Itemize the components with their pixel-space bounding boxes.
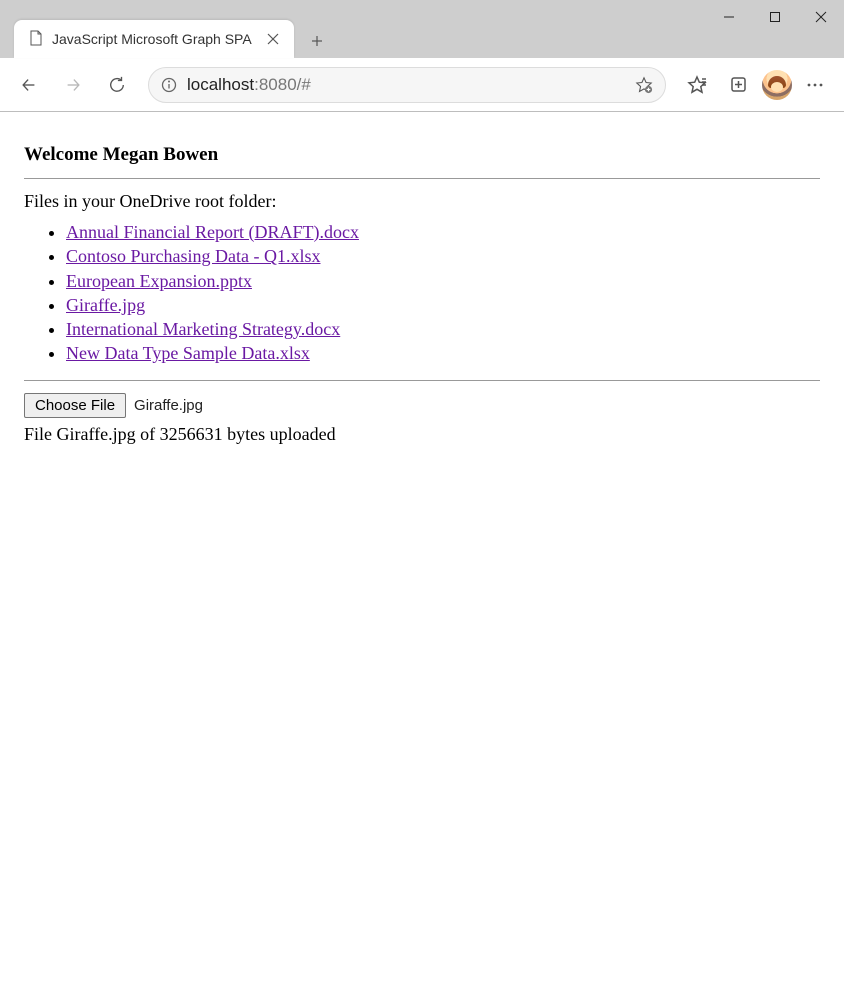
favorite-add-icon[interactable] [635,76,653,94]
nav-back-button[interactable] [10,66,48,104]
nav-forward-button[interactable] [54,66,92,104]
choose-file-button[interactable]: Choose File [24,393,126,418]
list-item: Contoso Purchasing Data - Q1.xlsx [66,244,820,268]
chosen-file-name: Giraffe.jpg [134,397,203,414]
tab-close-button[interactable] [264,30,282,48]
user-name: Megan Bowen [103,144,219,165]
browser-chrome: JavaScript Microsoft Graph SPA localhost… [0,0,844,112]
window-close-button[interactable] [798,0,844,34]
list-item: European Expansion.pptx [66,269,820,293]
browser-tab-active[interactable]: JavaScript Microsoft Graph SPA [14,20,294,58]
welcome-heading: Welcome Megan Bowen [24,144,820,166]
page-content: Welcome Megan Bowen Files in your OneDri… [0,112,844,459]
file-link[interactable]: International Marketing Strategy.docx [66,319,340,339]
file-link[interactable]: Contoso Purchasing Data - Q1.xlsx [66,246,320,266]
file-list: Annual Financial Report (DRAFT).docx Con… [24,220,820,366]
list-item: New Data Type Sample Data.xlsx [66,341,820,365]
url-text: localhost:8080/# [187,75,311,95]
tab-title: JavaScript Microsoft Graph SPA [52,31,252,47]
page-icon [28,30,44,49]
url-rest: :8080/# [254,75,311,94]
divider [24,178,820,179]
list-item: Annual Financial Report (DRAFT).docx [66,220,820,244]
nav-refresh-button[interactable] [98,66,136,104]
collections-icon[interactable] [720,66,758,104]
window-minimize-button[interactable] [706,0,752,34]
list-item: Giraffe.jpg [66,293,820,317]
upload-status-text: File Giraffe.jpg of 3256631 bytes upload… [24,424,820,445]
url-host: localhost [187,75,254,94]
file-link[interactable]: Giraffe.jpg [66,295,145,315]
file-link[interactable]: European Expansion.pptx [66,271,252,291]
files-heading: Files in your OneDrive root folder: [24,191,820,212]
address-bar[interactable]: localhost:8080/# [148,67,666,103]
list-item: International Marketing Strategy.docx [66,317,820,341]
divider [24,380,820,381]
profile-avatar[interactable] [762,70,792,100]
browser-toolbar: localhost:8080/# [0,58,844,111]
file-link[interactable]: Annual Financial Report (DRAFT).docx [66,222,359,242]
window-controls [706,0,844,40]
welcome-prefix: Welcome [24,144,103,165]
favorites-icon[interactable] [678,66,716,104]
site-info-icon[interactable] [161,77,177,93]
new-tab-button[interactable] [300,24,334,58]
window-maximize-button[interactable] [752,0,798,34]
file-upload-row: Choose File Giraffe.jpg [24,393,820,418]
file-link[interactable]: New Data Type Sample Data.xlsx [66,343,310,363]
menu-button[interactable] [796,66,834,104]
toolbar-right-icons [678,66,834,104]
